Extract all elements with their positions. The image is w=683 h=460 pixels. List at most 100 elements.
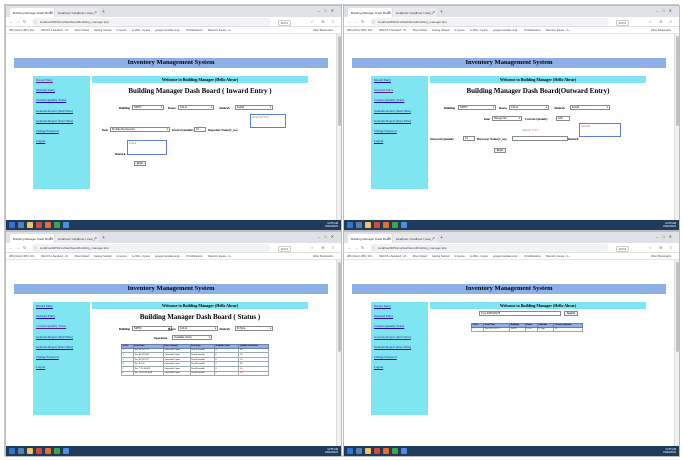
bookmark-item[interactable]: Getting Started bbox=[94, 29, 111, 32]
outward-quantity-input[interactable]: 21 bbox=[463, 136, 475, 141]
firefox-icon[interactable] bbox=[45, 448, 51, 454]
app-icon[interactable] bbox=[63, 448, 69, 454]
new-tab-icon[interactable]: + bbox=[440, 9, 443, 15]
app-icon[interactable] bbox=[36, 448, 42, 454]
folder-icon[interactable] bbox=[27, 222, 33, 228]
sidebar-link-generate-report-item-wise[interactable]: Generate Report (Item Wise) bbox=[374, 333, 428, 343]
start-icon[interactable] bbox=[9, 222, 15, 228]
folder-icon[interactable] bbox=[365, 448, 371, 454]
chrome-icon[interactable] bbox=[54, 222, 60, 228]
item-select[interactable]: Flange Nut bbox=[492, 116, 522, 121]
browser-tab[interactable]: localhost / localhost / view_i ✕ bbox=[393, 234, 437, 243]
sidebar-link-generate-report-user-wise[interactable]: Generate Report (User Wise) bbox=[374, 343, 428, 353]
scrollbar-thumb[interactable] bbox=[676, 262, 679, 352]
almirah-select[interactable]: D-Type bbox=[235, 326, 273, 331]
bookmark-item[interactable]: G Gyanu bbox=[116, 29, 126, 32]
bookmark-item[interactable]: IMS (Inbox) IMS | KIC... bbox=[9, 29, 36, 32]
browser-tab-active[interactable]: Building Manager Dash Board ✕ bbox=[348, 8, 392, 17]
bookmark-item[interactable]: Tekentrix Issues - G... bbox=[208, 255, 233, 258]
current-quantity-input[interactable]: 100 bbox=[556, 116, 570, 121]
room-select[interactable]: 121-E bbox=[509, 105, 549, 110]
enter-button[interactable]: Enter bbox=[134, 161, 146, 166]
sidebar-link-change-password[interactable]: Change Password bbox=[36, 353, 90, 363]
page-scrollbar[interactable] bbox=[336, 34, 341, 220]
forward-icon[interactable]: → bbox=[16, 19, 20, 24]
firefox-icon[interactable] bbox=[45, 222, 51, 228]
page-scrollbar[interactable] bbox=[336, 260, 341, 446]
scrollbar-thumb[interactable] bbox=[338, 36, 341, 126]
reload-icon[interactable]: ↻ bbox=[361, 19, 364, 24]
window-controls[interactable]: –□✕ bbox=[656, 234, 676, 239]
new-tab-icon[interactable]: + bbox=[102, 235, 105, 241]
sidebar-link-logout[interactable]: Logout bbox=[36, 137, 90, 147]
other-bookmarks[interactable]: Other Bookmarks bbox=[313, 29, 333, 32]
bookmark-item[interactable]: G Gyanu bbox=[454, 29, 464, 32]
app-icon[interactable] bbox=[63, 222, 69, 228]
sidebar-link-current-quantity-status[interactable]: Current Quantity Status bbox=[36, 322, 90, 332]
sidebar-link-current-quantity-status[interactable]: Current Quantity Status bbox=[36, 96, 90, 106]
new-tab-icon[interactable]: + bbox=[102, 9, 105, 15]
close-tab-icon[interactable]: ✕ bbox=[387, 236, 390, 240]
bookmark-item[interactable]: Most Visited bbox=[413, 29, 427, 32]
remark-textarea[interactable]: Inward bbox=[127, 140, 167, 155]
sidebar-link-generate-report-item-wise[interactable]: Generate Report (Item Wise) bbox=[36, 107, 90, 117]
bookmark-item[interactable]: google translate engl... bbox=[155, 255, 181, 258]
folder-icon[interactable] bbox=[27, 448, 33, 454]
sidebar-link-outward-entry[interactable]: Outward Entry bbox=[374, 86, 428, 96]
url-input[interactable]: ⓘ localhost/IMS/ims/dashboard/building_ma… bbox=[370, 18, 609, 26]
room-select[interactable]: 121-E bbox=[178, 105, 214, 110]
forward-icon[interactable]: → bbox=[354, 245, 358, 250]
firefox-icon[interactable] bbox=[383, 448, 389, 454]
toolbar-icons[interactable]: ☆ ⊕ ≡ bbox=[311, 19, 338, 24]
bookmark-item[interactable]: IMS (Inbox) IMS | KIC... bbox=[347, 255, 374, 258]
app-icon[interactable] bbox=[401, 222, 407, 228]
inward-quantity-input[interactable]: 21 bbox=[194, 127, 206, 132]
page-info-icon[interactable]: ⓘ bbox=[372, 246, 375, 250]
start-icon[interactable] bbox=[347, 222, 353, 228]
sidebar-link-generate-report-item-wise[interactable]: Generate Report (Item Wise) bbox=[36, 333, 90, 343]
sidebar-link-outward-entry[interactable]: Outward Entry bbox=[374, 312, 428, 322]
almirah-select[interactable]: E-Rail bbox=[570, 105, 610, 110]
browser-tab-active[interactable]: Building Manager Dash Board ✕ bbox=[10, 234, 54, 243]
start-icon[interactable] bbox=[9, 448, 15, 454]
page-scrollbar[interactable] bbox=[674, 260, 679, 446]
search-input[interactable]: Tyre R15/315/75 bbox=[479, 311, 561, 316]
page-info-icon[interactable]: ⓘ bbox=[34, 20, 37, 24]
sidebar-link-outward-entry[interactable]: Outward Entry bbox=[36, 312, 90, 322]
reload-icon[interactable]: ↻ bbox=[361, 245, 364, 250]
scrollbar-thumb[interactable] bbox=[676, 36, 679, 126]
sidebar-link-change-password[interactable]: Change Password bbox=[36, 127, 90, 137]
bookmark-item[interactable]: google translate engl... bbox=[493, 29, 519, 32]
bookmark-item[interactable]: RECAT e-Sandesh - M... bbox=[41, 255, 69, 258]
start-icon[interactable] bbox=[347, 448, 353, 454]
zoom-indicator[interactable]: 110% bbox=[277, 20, 291, 26]
bookmark-item[interactable]: Getting Started bbox=[94, 255, 111, 258]
sidebar-link-generate-report-item-wise[interactable]: Generate Report (Item Wise) bbox=[374, 107, 428, 117]
sidebar-link-current-quantity-status[interactable]: Current Quantity Status bbox=[374, 322, 428, 332]
search-icon[interactable] bbox=[18, 448, 24, 454]
zoom-indicator[interactable]: 110% bbox=[615, 246, 629, 252]
bookmark-item[interactable]: G Gyanu bbox=[116, 255, 126, 258]
bookmark-item[interactable]: Tekentrix Issues - G... bbox=[208, 29, 233, 32]
sidebar-link-generate-report-user-wise[interactable]: Generate Report (User Wise) bbox=[374, 117, 428, 127]
browser-tab[interactable]: localhost / localhost / view_i ✕ bbox=[55, 8, 99, 17]
building-select[interactable]: SMTD bbox=[458, 105, 496, 110]
bookmark-item[interactable]: IMS (Inbox) IMS | KIC... bbox=[347, 29, 374, 32]
app-icon[interactable] bbox=[401, 448, 407, 454]
app-icon[interactable] bbox=[36, 222, 42, 228]
search-button[interactable]: Search bbox=[564, 311, 578, 316]
sidebar-link-inward-entry[interactable]: Inward Entry bbox=[36, 76, 90, 86]
sidebar-link-inward-entry[interactable]: Inward Entry bbox=[36, 302, 90, 312]
bookmark-item[interactable]: Most Visited bbox=[413, 255, 427, 258]
chrome-icon[interactable] bbox=[392, 448, 398, 454]
search-icon[interactable] bbox=[356, 448, 362, 454]
other-bookmarks[interactable]: Other Bookmarks bbox=[651, 29, 671, 32]
sidebar-link-current-quantity-status[interactable]: Current Quantity Status bbox=[374, 96, 428, 106]
forward-icon[interactable]: → bbox=[16, 245, 20, 250]
chrome-icon[interactable] bbox=[392, 222, 398, 228]
sidebar-link-generate-report-user-wise[interactable]: Generate Report (User Wise) bbox=[36, 117, 90, 127]
bookmark-item[interactable]: G Gyanu bbox=[454, 255, 464, 258]
bookmark-item[interactable]: Most Visited bbox=[75, 29, 89, 32]
bookmark-item[interactable]: google translate engl... bbox=[155, 29, 181, 32]
bookmark-item[interactable]: RECAT e-Sandesh - M... bbox=[379, 255, 407, 258]
